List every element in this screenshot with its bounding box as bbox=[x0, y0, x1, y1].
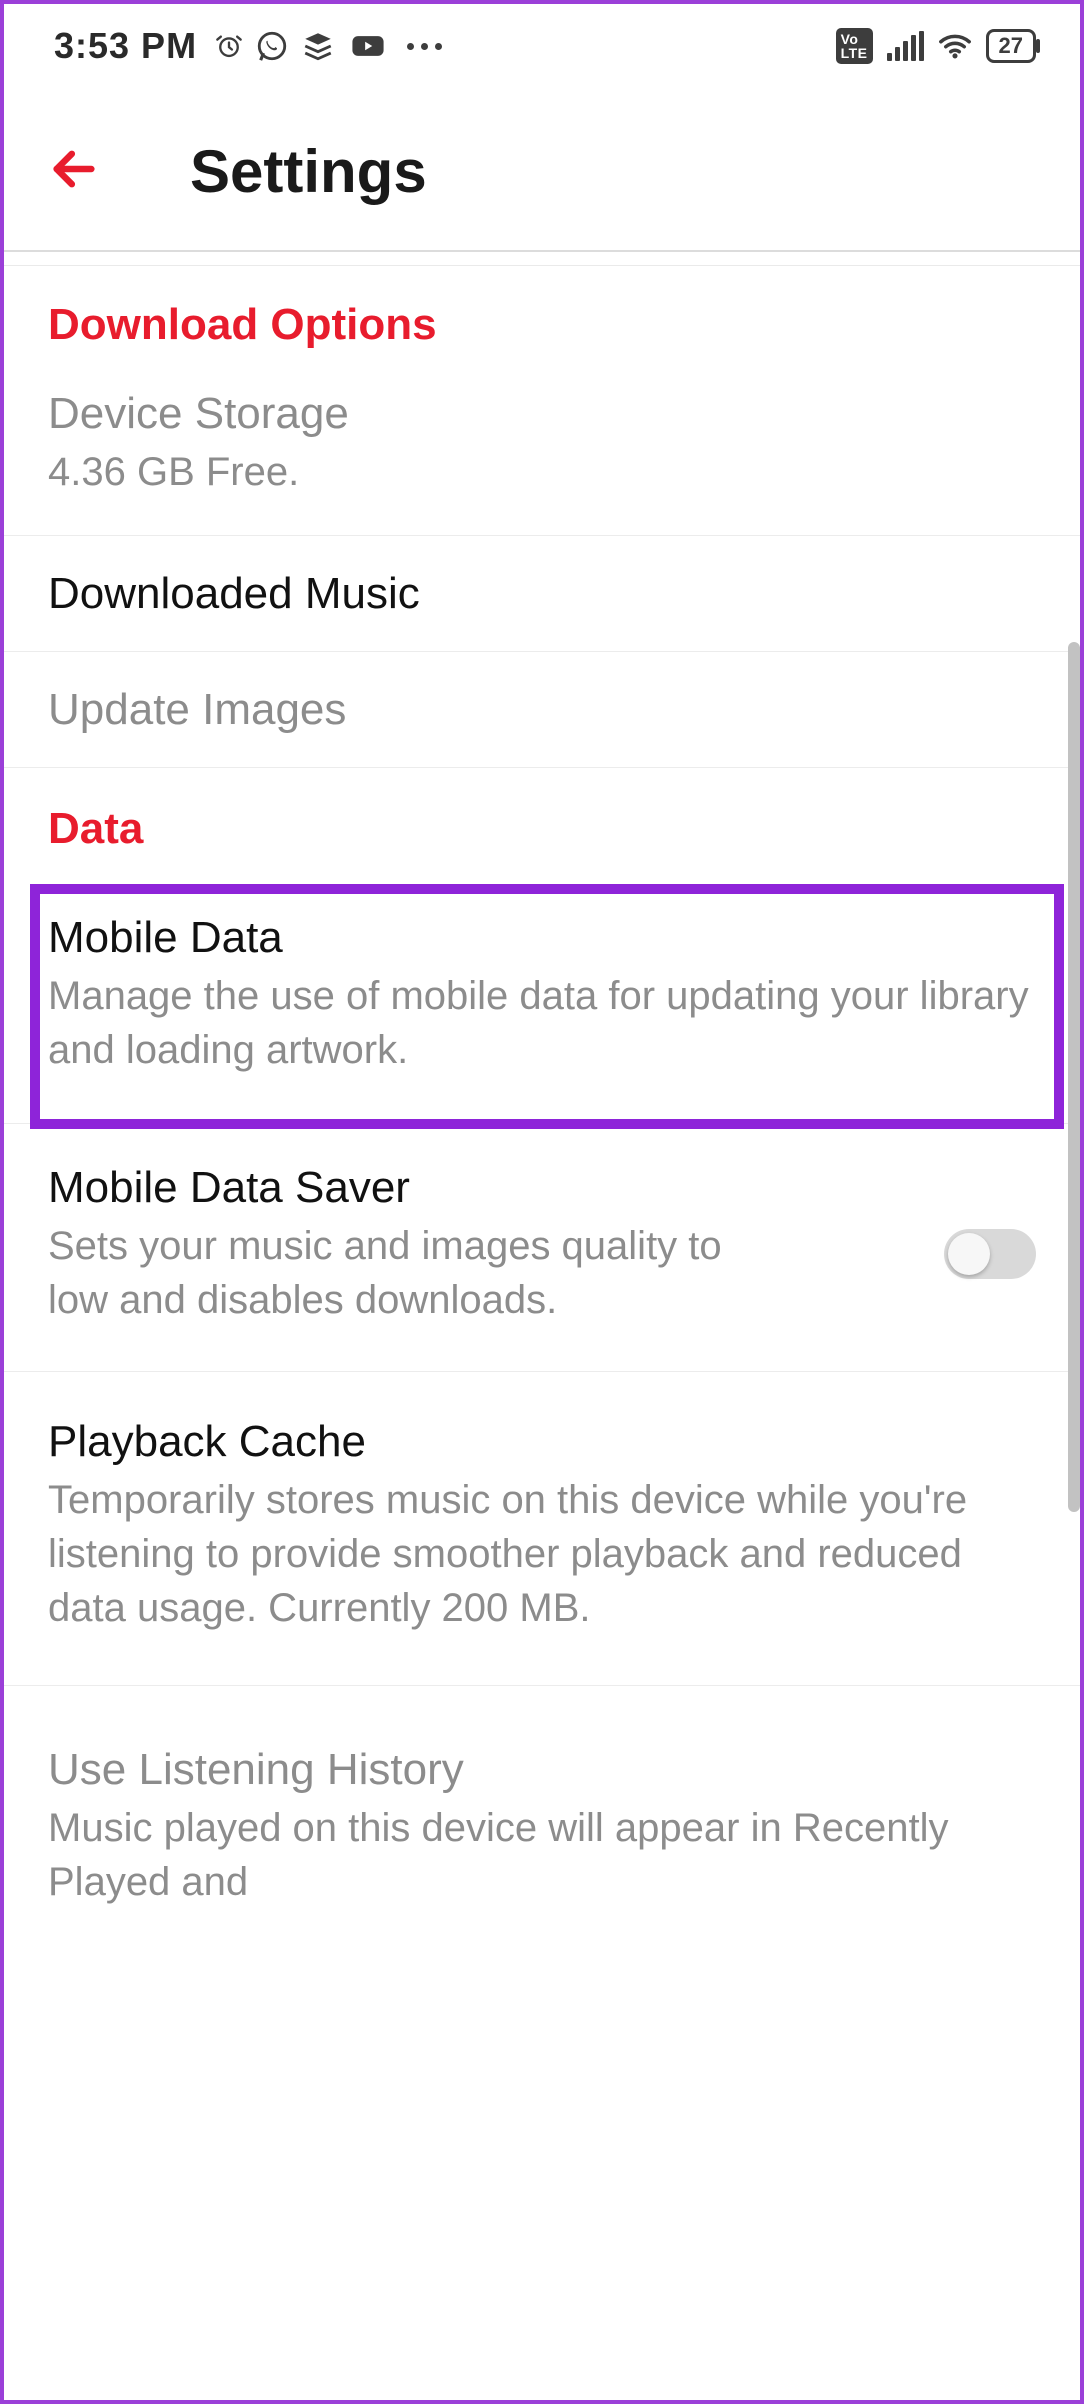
setting-title: Use Listening History bbox=[48, 1742, 1036, 1797]
setting-subtitle: Sets your music and images quality to lo… bbox=[48, 1219, 768, 1327]
signal-icon bbox=[887, 31, 924, 61]
toggle-mobile-data-saver[interactable] bbox=[944, 1229, 1036, 1279]
youtube-icon bbox=[347, 29, 389, 63]
setting-use-listening-history[interactable]: Use Listening History Music played on th… bbox=[0, 1685, 1084, 1935]
setting-subtitle: Manage the use of mobile data for updati… bbox=[48, 969, 1036, 1077]
more-icon bbox=[407, 43, 442, 50]
battery-indicator: 27 bbox=[986, 29, 1036, 63]
setting-subtitle: 4.36 GB Free. bbox=[48, 445, 1036, 499]
setting-subtitle: Temporarily stores music on this device … bbox=[48, 1473, 1036, 1635]
list-top-gap bbox=[0, 252, 1084, 266]
app-header: Settings bbox=[0, 92, 1084, 252]
setting-title: Playback Cache bbox=[48, 1414, 1036, 1469]
setting-device-storage[interactable]: Device Storage 4.36 GB Free. bbox=[0, 380, 1084, 535]
settings-list[interactable]: Download Options Device Storage 4.36 GB … bbox=[0, 252, 1084, 2274]
setting-title: Device Storage bbox=[48, 386, 1036, 441]
scrollbar[interactable] bbox=[1068, 642, 1080, 1512]
whatsapp-icon bbox=[255, 29, 289, 63]
setting-downloaded-music[interactable]: Downloaded Music bbox=[0, 535, 1084, 651]
setting-playback-cache[interactable]: Playback Cache Temporarily stores music … bbox=[0, 1371, 1084, 1685]
setting-title: Mobile Data Saver bbox=[48, 1160, 904, 1215]
setting-mobile-data-saver[interactable]: Mobile Data Saver Sets your music and im… bbox=[0, 1123, 1084, 1371]
android-nav-bar bbox=[0, 2274, 1084, 2404]
section-header-download: Download Options bbox=[0, 266, 1084, 380]
setting-update-images[interactable]: Update Images bbox=[0, 651, 1084, 767]
setting-mobile-data[interactable]: Mobile Data Manage the use of mobile dat… bbox=[0, 884, 1084, 1123]
setting-subtitle: Music played on this device will appear … bbox=[48, 1801, 1036, 1909]
wifi-icon bbox=[938, 29, 972, 63]
setting-title: Downloaded Music bbox=[48, 566, 1036, 621]
page-title: Settings bbox=[190, 137, 427, 206]
section-header-data: Data bbox=[0, 767, 1084, 884]
alarm-icon bbox=[215, 32, 243, 60]
setting-title: Update Images bbox=[48, 682, 1036, 737]
back-button[interactable] bbox=[48, 143, 100, 200]
volte-icon: VoLTE bbox=[836, 28, 873, 64]
status-clock: 3:53 PM bbox=[54, 25, 197, 67]
setting-title: Mobile Data bbox=[48, 910, 1036, 965]
stack-icon bbox=[301, 29, 335, 63]
status-bar: 3:53 PM VoLTE 27 bbox=[0, 0, 1084, 92]
